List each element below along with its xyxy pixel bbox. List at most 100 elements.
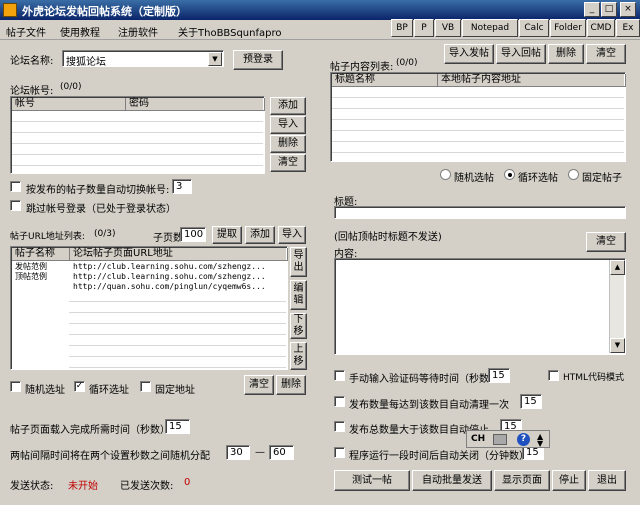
language-bar[interactable]: CH ? ▲ ▼ [466, 430, 550, 448]
interval-label: 两帖间隔时间将在两个设置秒数之间随机分配 [10, 451, 210, 462]
random-post-label: 随机选帖 [454, 173, 494, 184]
move-down-button[interactable]: 下移 [290, 313, 307, 339]
delete-url-button[interactable]: 删除 [276, 375, 306, 395]
menu-register[interactable]: 注册软件 [118, 24, 158, 39]
interval-to-input[interactable]: 60 [269, 445, 294, 460]
html-mode-checkbox[interactable] [548, 370, 559, 381]
maximize-button[interactable]: □ [601, 2, 617, 17]
clear-once-checkbox[interactable] [334, 396, 345, 407]
random-post-radio[interactable] [440, 169, 451, 180]
menu-tutorial[interactable]: 使用教程 [60, 24, 100, 39]
forum-select-value: 搜狐论坛 [66, 57, 106, 68]
accounts-table[interactable]: 帐号 密码 [10, 96, 265, 174]
delete-account-button[interactable]: 删除 [270, 135, 306, 153]
auto-close-checkbox[interactable] [334, 447, 345, 458]
post-table[interactable]: 标题名称 本地帖子内容地址 [330, 72, 626, 162]
content-textarea[interactable]: ▲ ▼ [334, 258, 626, 355]
forum-select[interactable]: 搜狐论坛 ▼ [62, 50, 224, 68]
close-button[interactable]: × [620, 2, 636, 17]
col-local-path[interactable]: 本地帖子内容地址 [438, 74, 626, 87]
fixed-post-radio[interactable] [568, 169, 579, 180]
accounts-table-body [12, 111, 263, 172]
clear-url-button[interactable]: 清空 [244, 375, 274, 395]
toolbar-cmd-button[interactable]: CMD [587, 19, 615, 37]
scroll-up-icon[interactable]: ▲ [610, 260, 625, 275]
table-row[interactable]: 发帖范例 http://club.learning.sohu.com/szhen… [12, 262, 287, 272]
clear-posts-button[interactable]: 清空 [586, 44, 626, 64]
col-password[interactable]: 密码 [126, 98, 265, 111]
toolbar-bp-button[interactable]: BP [391, 19, 413, 37]
title-input[interactable] [334, 206, 626, 219]
exit-button[interactable]: 退出 [588, 470, 626, 491]
loop-post-radio[interactable] [504, 169, 515, 180]
auto-switch-checkbox[interactable] [10, 181, 21, 192]
options-arrow-icon[interactable]: ▲ ▼ [537, 433, 543, 448]
test-post-button[interactable]: 测试一帖 [334, 470, 410, 491]
delete-post-button[interactable]: 删除 [548, 44, 584, 64]
load-time-label: 帖子页面载入完成所需时间（秒数） [10, 425, 170, 436]
auto-stop-checkbox[interactable] [334, 421, 345, 432]
skip-login-label: 跳过帐号登录（已处于登录状态） [26, 204, 176, 215]
sent-count-label: 已发送次数: [120, 481, 174, 492]
show-page-button[interactable]: 显示页面 [494, 470, 550, 491]
post-table-header: 标题名称 本地帖子内容地址 [332, 74, 626, 87]
random-url-checkbox[interactable] [10, 381, 21, 392]
edit-url-button[interactable]: 编辑 [290, 280, 307, 310]
toolbar-p-button[interactable]: P [414, 19, 434, 37]
clear-accounts-button[interactable]: 清空 [270, 154, 306, 172]
url-list-count: (0/3) [94, 229, 116, 239]
interval-from-input[interactable]: 30 [226, 445, 250, 460]
import-url-button[interactable]: 导入 [278, 226, 306, 244]
post-list-label: 帖子内容列表: [330, 62, 394, 73]
import-reply-button[interactable]: 导入回帖 [496, 44, 546, 64]
keyboard-icon[interactable] [493, 434, 507, 445]
toolbar-folder-button[interactable]: Folder [550, 19, 586, 37]
chevron-down-icon[interactable]: ▼ [208, 52, 222, 66]
clear-once-input[interactable]: 15 [520, 394, 542, 409]
scroll-down-icon[interactable]: ▼ [610, 338, 625, 353]
sent-count-value: 0 [184, 477, 191, 488]
prelogin-button[interactable]: 预登录 [233, 50, 283, 70]
minimize-button[interactable]: _ [584, 2, 600, 17]
captcha-input[interactable]: 15 [488, 368, 510, 383]
toolbar-calc-button[interactable]: Calc [519, 19, 549, 37]
col-post-name[interactable]: 帖子名称 [12, 248, 70, 261]
clear-once-label: 发布数量每达到该数目自动清理一次 [349, 400, 509, 411]
col-post-url[interactable]: 论坛帖子页面URL地址 [70, 248, 288, 261]
skip-login-checkbox[interactable] [10, 200, 21, 211]
add-url-button[interactable]: 添加 [245, 226, 275, 244]
loop-post-label: 循环选帖 [518, 173, 558, 184]
url-table-header: 帖子名称 论坛帖子页面URL地址 [12, 248, 288, 261]
clear-content-button[interactable]: 清空 [586, 232, 626, 252]
subpages-input[interactable]: 100 [180, 227, 206, 242]
col-title-name[interactable]: 标题名称 [332, 74, 438, 87]
loop-url-checkbox[interactable]: ✓ [74, 381, 85, 392]
table-row[interactable]: 顶帖范例 http://club.learning.sohu.com/szhen… [12, 272, 287, 282]
import-post-button[interactable]: 导入发帖 [444, 44, 494, 64]
table-row[interactable]: http://quan.sohu.com/pinglun/cyqemw6s... [12, 282, 287, 292]
menu-post-file[interactable]: 帖子文件 [6, 24, 46, 39]
auto-batch-send-button[interactable]: 自动批量发送 [412, 470, 492, 491]
stop-button[interactable]: 停止 [552, 470, 586, 491]
toolbar-notepad-button[interactable]: Notepad [462, 19, 518, 37]
export-url-button[interactable]: 导出 [290, 247, 307, 277]
extract-button[interactable]: 提取 [212, 226, 242, 244]
col-account[interactable]: 帐号 [12, 98, 126, 111]
captcha-checkbox[interactable] [334, 370, 345, 381]
add-account-button[interactable]: 添加 [270, 97, 306, 115]
import-account-button[interactable]: 导入 [270, 116, 306, 134]
toolbar-ex-button[interactable]: Ex [616, 19, 640, 37]
load-time-input[interactable]: 15 [165, 419, 190, 434]
fixed-post-label: 固定帖子 [582, 173, 622, 184]
url-table[interactable]: 帖子名称 论坛帖子页面URL地址 发帖范例 http://club.learni… [10, 246, 288, 370]
move-up-button[interactable]: 上移 [290, 342, 307, 370]
content-scrollbar[interactable]: ▲ ▼ [609, 260, 625, 353]
window-title: 外虎论坛发帖回帖系统（定制版） [22, 5, 187, 18]
toolbar-vb-button[interactable]: VB [435, 19, 461, 37]
menu-about[interactable]: 关于ThoBBSqunfapro [178, 24, 282, 39]
auto-switch-value[interactable]: 3 [172, 179, 192, 194]
help-icon[interactable]: ? [517, 433, 530, 446]
post-list-count: (0/0) [396, 58, 418, 68]
ime-ch-label[interactable]: CH [471, 434, 485, 444]
fixed-url-checkbox[interactable] [140, 381, 151, 392]
